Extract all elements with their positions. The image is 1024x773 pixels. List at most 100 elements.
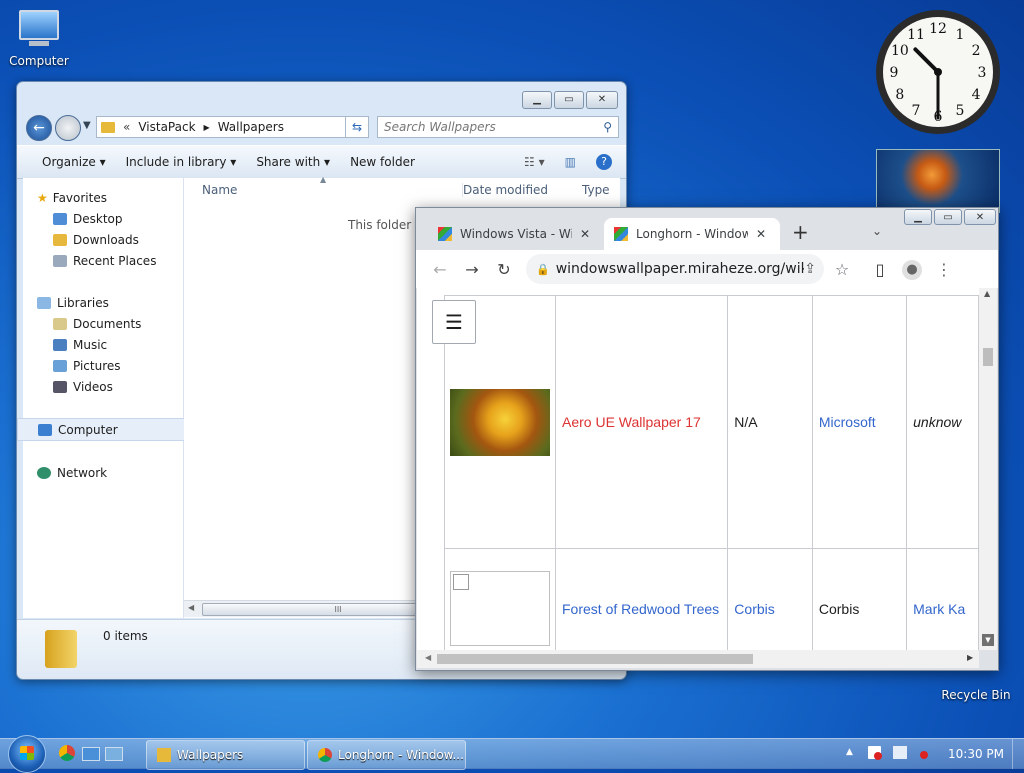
tab-close-icon[interactable]: ✕ — [756, 227, 766, 241]
column-date-modified[interactable]: Date modified — [462, 183, 548, 197]
close-button[interactable]: ✕ — [586, 91, 618, 109]
browser-maximize-button[interactable]: ▭ — [934, 209, 962, 225]
omnibox[interactable]: 🔒 windowswallpaper.miraheze.org/wiki/Lo.… — [526, 254, 824, 284]
list-icon: ☰ — [445, 310, 463, 334]
vertical-scrollbar-thumb[interactable] — [983, 348, 993, 366]
nav-documents[interactable]: Documents — [23, 313, 183, 334]
nav-pictures[interactable]: Pictures — [23, 355, 183, 376]
breadcrumb-overflow[interactable]: « — [123, 120, 130, 134]
computer-pinned-icon[interactable] — [82, 747, 100, 761]
windows-logo-icon — [20, 746, 34, 760]
browser-minimize-button[interactable]: ▁ — [904, 209, 932, 225]
browser-close-button[interactable]: ✕ — [964, 209, 996, 225]
breadcrumb-vistapack[interactable]: VistaPack — [138, 120, 195, 134]
minimize-button[interactable]: ▁ — [522, 91, 552, 109]
scroll-left-icon[interactable]: ◀ — [188, 603, 194, 612]
system-clock[interactable]: 10:30 PM — [948, 747, 1004, 761]
clock-numeral: 5 — [956, 103, 965, 119]
include-in-library-menu[interactable]: Include in library ▾ — [116, 155, 247, 169]
nav-recent-places[interactable]: Recent Places — [23, 250, 183, 271]
horizontal-scrollbar-thumb[interactable] — [437, 654, 753, 664]
libraries-icon — [37, 296, 51, 309]
wallpaper-title-link[interactable]: Forest of Redwood Trees — [562, 601, 719, 617]
table-of-contents-button[interactable]: ☰ — [432, 300, 476, 344]
nav-videos[interactable]: Videos — [23, 376, 183, 397]
nav-music[interactable]: Music — [23, 334, 183, 355]
author-link[interactable]: Microsoft — [819, 414, 876, 430]
refresh-button[interactable]: ⇆ — [345, 116, 369, 138]
chrome-pinned-icon[interactable] — [59, 745, 75, 761]
tab-windows-vista[interactable]: Windows Vista - Wir ✕ — [438, 218, 604, 250]
url-text[interactable]: windowswallpaper.miraheze.org/wiki/Lo... — [556, 261, 805, 277]
taskbar-item-wallpapers[interactable]: Wallpapers — [146, 740, 305, 770]
preview-pane-icon[interactable]: ▥ — [565, 155, 576, 169]
clock-numeral: 11 — [907, 27, 925, 43]
column-name[interactable]: Name — [202, 183, 237, 197]
view-options-icon[interactable]: ☷ ▾ — [524, 155, 545, 169]
new-tab-button[interactable]: + — [792, 220, 809, 244]
slideshow-gadget[interactable] — [876, 149, 1000, 213]
menu-kebab-icon[interactable]: ⋮ — [930, 260, 958, 279]
nav-desktop[interactable]: Desktop — [23, 208, 183, 229]
show-desktop-button[interactable] — [1012, 739, 1024, 769]
column-type[interactable]: Type — [582, 183, 610, 197]
forward-arrow-icon[interactable]: → — [458, 260, 486, 279]
clock-gadget[interactable]: 121234567891011 — [874, 8, 1002, 136]
side-panel-icon[interactable]: ▯ — [866, 260, 894, 279]
taskbar: Wallpapers Longhorn - Window... ▲ 10:30 … — [0, 735, 1024, 773]
computer-small-icon — [38, 423, 52, 436]
back-button[interactable]: ← — [26, 115, 52, 141]
taskbar-item-longhorn[interactable]: Longhorn - Window... — [307, 740, 466, 770]
scroll-down-icon[interactable]: ▼ — [982, 634, 994, 646]
share-icon[interactable]: ⇪ — [804, 261, 816, 277]
address-bar[interactable]: « VistaPack ▶ Wallpapers ▼ — [96, 116, 362, 138]
vertical-scrollbar[interactable]: ▲ ▼ — [979, 288, 997, 650]
organize-menu[interactable]: Organize ▾ — [32, 155, 116, 169]
explorer-pinned-icon[interactable] — [105, 747, 123, 761]
search-icon: ⚲ — [603, 120, 612, 134]
profile-avatar-icon[interactable]: ● — [898, 258, 926, 280]
start-button[interactable] — [8, 735, 46, 773]
new-folder-button[interactable]: New folder — [340, 155, 425, 169]
chrome-icon — [318, 748, 332, 762]
explorer-caption-buttons: ▁ ▭ ✕ — [522, 91, 618, 109]
search-box[interactable]: Search Wallpapers ⚲ — [377, 116, 619, 138]
scroll-up-icon[interactable]: ▲ — [984, 289, 990, 298]
breadcrumb-wallpapers[interactable]: Wallpapers — [218, 120, 284, 134]
nav-downloads[interactable]: Downloads — [23, 229, 183, 250]
action-center-icon[interactable] — [868, 746, 882, 760]
nav-network[interactable]: Network — [23, 462, 183, 483]
forward-button[interactable] — [55, 115, 81, 141]
recent-pages-chevron-icon[interactable]: ▼ — [83, 120, 91, 131]
nav-computer[interactable]: Computer — [17, 418, 193, 441]
source-link[interactable]: Corbis — [734, 601, 774, 617]
clock-numeral: 10 — [891, 43, 909, 59]
scroll-right-icon[interactable]: ▶ — [967, 653, 973, 662]
tab-search-chevron-icon[interactable]: ⌄ — [872, 224, 882, 238]
wallpaper-title-link[interactable]: Aero UE Wallpaper 17 — [562, 414, 701, 430]
page-content[interactable]: Aero UE Wallpaper 17 N/A Microsoft unkno… — [417, 288, 979, 650]
show-hidden-icons-icon[interactable]: ▲ — [846, 747, 853, 757]
computer-desktop-icon[interactable]: Computer — [8, 10, 70, 68]
author-link[interactable]: Mark Ka — [913, 601, 965, 617]
volume-muted-icon[interactable] — [915, 747, 928, 759]
network-tray-icon[interactable] — [893, 746, 907, 759]
maximize-button[interactable]: ▭ — [554, 91, 584, 109]
nav-favorites[interactable]: ★ Favorites — [23, 187, 183, 208]
back-arrow-icon[interactable]: ← — [426, 260, 454, 279]
scroll-left-icon[interactable]: ◀ — [425, 653, 431, 662]
navigation-pane: ★ Favorites Desktop Downloads Recent Plac… — [17, 178, 193, 618]
tab-close-icon[interactable]: ✕ — [580, 227, 590, 241]
reload-icon[interactable]: ↻ — [490, 260, 518, 279]
search-input[interactable]: Search Wallpapers — [384, 120, 496, 134]
nav-libraries[interactable]: Libraries — [23, 292, 183, 313]
tab-longhorn[interactable]: Longhorn - Windows ✕ — [604, 218, 780, 250]
broken-image-icon[interactable] — [450, 571, 550, 646]
wallpaper-table: Aero UE Wallpaper 17 N/A Microsoft unkno… — [444, 295, 979, 650]
flower-thumbnail[interactable] — [450, 388, 550, 456]
computer-icon-label: Computer — [9, 54, 69, 68]
browser-horizontal-scrollbar[interactable]: ◀ ▶ — [417, 650, 979, 668]
help-icon[interactable]: ? — [596, 154, 612, 170]
share-with-menu[interactable]: Share with ▾ — [246, 155, 340, 169]
bookmark-star-icon[interactable]: ☆ — [828, 260, 856, 279]
